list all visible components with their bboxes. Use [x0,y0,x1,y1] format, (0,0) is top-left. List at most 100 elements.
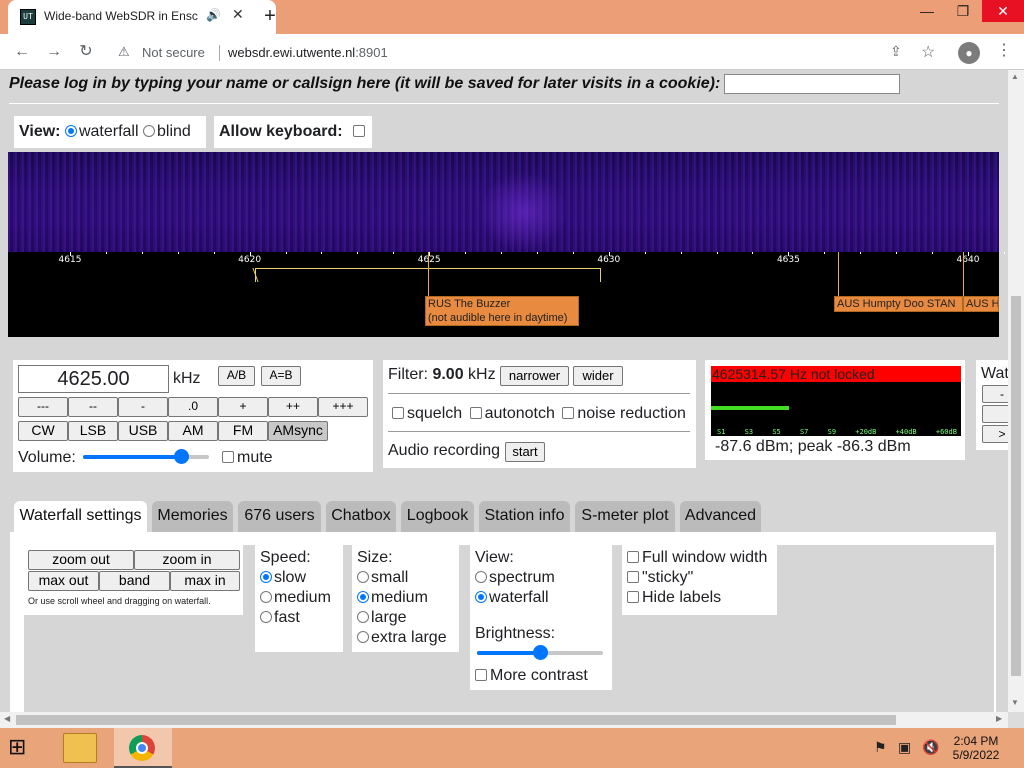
full-window-option[interactable]: Full window width [627,548,772,568]
flag-icon[interactable]: ⚑ [874,739,887,756]
network-icon[interactable]: ▣ [898,739,911,756]
mode-amsync-button[interactable]: AMsync [268,421,328,441]
reload-icon[interactable]: ↻ [74,40,98,64]
band-button[interactable]: band [99,571,170,591]
taskbar-clock[interactable]: 2:04 PM 5/9/2022 [944,734,1008,762]
mode-lsb-button[interactable]: LSB [68,421,118,441]
wat-button-3[interactable]: > [982,425,1008,443]
noise-reduction-checkbox[interactable] [562,407,575,419]
radio-icon[interactable] [475,591,487,603]
radio-icon[interactable] [260,591,272,603]
frequency-scale[interactable]: 4615 4620 4625 4630 4635 4640 RUS The Buzzer … [8,252,1005,337]
chrome-taskbar-button[interactable] [114,728,172,768]
size-large-option[interactable]: large [357,608,454,628]
mute-checkbox[interactable] [222,451,234,463]
station-label-humpty-doo[interactable]: AUS Humpty Doo STAN [834,296,963,312]
step-minus-3-button[interactable]: --- [18,397,68,417]
size-medium-option[interactable]: medium [357,588,454,608]
windows-start-icon[interactable]: ⊞ [8,734,26,760]
new-tab-button[interactable]: + [258,5,282,29]
radio-icon[interactable] [357,631,369,643]
step-plus-2-button[interactable]: ++ [268,397,318,417]
squelch-option[interactable]: squelch [392,405,462,422]
sticky-option[interactable]: "sticky" [627,568,772,588]
mode-cw-button[interactable]: CW [18,421,68,441]
speed-fast-option[interactable]: fast [260,608,338,628]
mode-fm-button[interactable]: FM [218,421,268,441]
full-window-checkbox[interactable] [627,551,639,563]
autonotch-option[interactable]: autonotch [469,405,555,422]
ab-button[interactable]: A/B [218,366,255,386]
tab-logbook[interactable]: Logbook [401,501,474,533]
allow-keyboard-checkbox[interactable] [353,125,366,137]
back-arrow-icon[interactable]: ← [10,40,34,64]
volume-slider[interactable] [83,449,209,464]
restore-button[interactable]: ❐ [946,0,980,22]
station-label-aus-hu[interactable]: AUS Hu [963,296,999,312]
brightness-slider-thumb[interactable] [533,645,548,660]
waterfall-display[interactable] [8,152,999,252]
radio-icon[interactable] [357,571,369,583]
step-plus-3-button[interactable]: +++ [318,397,368,417]
minimize-button[interactable]: — [910,0,944,22]
zoom-in-button[interactable]: zoom in [134,550,240,570]
view-waterfall-option[interactable]: waterfall [475,588,607,608]
tab-memories[interactable]: Memories [152,501,233,533]
recording-start-button[interactable]: start [505,442,545,462]
radio-icon[interactable] [357,611,369,623]
share-icon[interactable]: ⇪ [890,43,902,60]
sticky-checkbox[interactable] [627,571,639,583]
mode-usb-button[interactable]: USB [118,421,168,441]
mode-am-button[interactable]: AM [168,421,218,441]
max-in-button[interactable]: max in [170,571,240,591]
url-text[interactable]: websdr.ewi.utwente.nl:8901 [228,45,388,60]
speed-medium-option[interactable]: medium [260,588,338,608]
tab-smeter-plot[interactable]: S-meter plot [575,501,675,533]
address-bar[interactable]: ⚠ Not secure websdr.ewi.utwente.nl:8901 … [106,39,954,67]
tab-advanced[interactable]: Advanced [680,501,761,533]
step-minus-1-button[interactable]: - [118,397,168,417]
warning-icon[interactable]: ⚠ [118,44,130,60]
step-plus-1-button[interactable]: + [218,397,268,417]
scroll-left-arrow-icon[interactable]: ◀ [4,714,10,723]
tab-waterfall-settings[interactable]: Waterfall settings [14,501,147,535]
radio-icon[interactable] [142,125,155,137]
speaker-icon[interactable]: 🔊 [206,8,221,22]
view-blind-option[interactable]: blind [142,123,191,140]
squelch-checkbox[interactable] [392,407,404,419]
size-small-option[interactable]: small [357,568,454,588]
radio-icon[interactable] [475,571,487,583]
a-equals-b-button[interactable]: A=B [261,366,301,386]
bookmark-star-icon[interactable]: ☆ [921,42,935,62]
scroll-right-arrow-icon[interactable]: ▶ [996,714,1002,723]
browser-tab[interactable]: UT Wide-band WebSDR in Ensc 🔊 ✕ [8,0,276,34]
tab-station-info[interactable]: Station info [479,501,570,533]
more-contrast-option[interactable]: More contrast [475,666,607,686]
volume-muted-icon[interactable]: 🔇 [922,739,939,756]
window-close-button[interactable]: ✕ [982,0,1024,22]
view-spectrum-option[interactable]: spectrum [475,568,607,588]
max-out-button[interactable]: max out [28,571,99,591]
view-waterfall-option[interactable]: waterfall [64,123,139,140]
file-explorer-icon[interactable] [63,733,97,763]
profile-avatar-icon[interactable]: ● [958,42,980,64]
step-minus-2-button[interactable]: -- [68,397,118,417]
tab-chatbox[interactable]: Chatbox [326,501,396,533]
zoom-out-button[interactable]: zoom out [28,550,134,570]
radio-icon[interactable] [260,611,272,623]
brightness-slider[interactable] [477,645,603,660]
size-extra-large-option[interactable]: extra large [357,628,454,648]
noise-reduction-option[interactable]: noise reduction [562,405,686,422]
volume-slider-thumb[interactable] [174,449,190,464]
narrower-button[interactable]: narrower [500,366,569,386]
speed-slow-option[interactable]: slow [260,568,338,588]
step-round-button[interactable]: .0 [168,397,218,417]
mute-option[interactable]: mute [222,449,273,467]
horizontal-scrollbar-thumb[interactable] [16,715,896,725]
tab-close-icon[interactable]: ✕ [232,6,244,23]
tab-users[interactable]: 676 users [238,501,321,533]
frequency-input[interactable]: 4625.00 [18,365,169,393]
wider-button[interactable]: wider [573,366,623,386]
scroll-down-arrow-icon[interactable]: ▼ [1011,698,1019,707]
station-label-rus-buzzer[interactable]: RUS The Buzzer (not audible here in dayt… [425,296,579,326]
